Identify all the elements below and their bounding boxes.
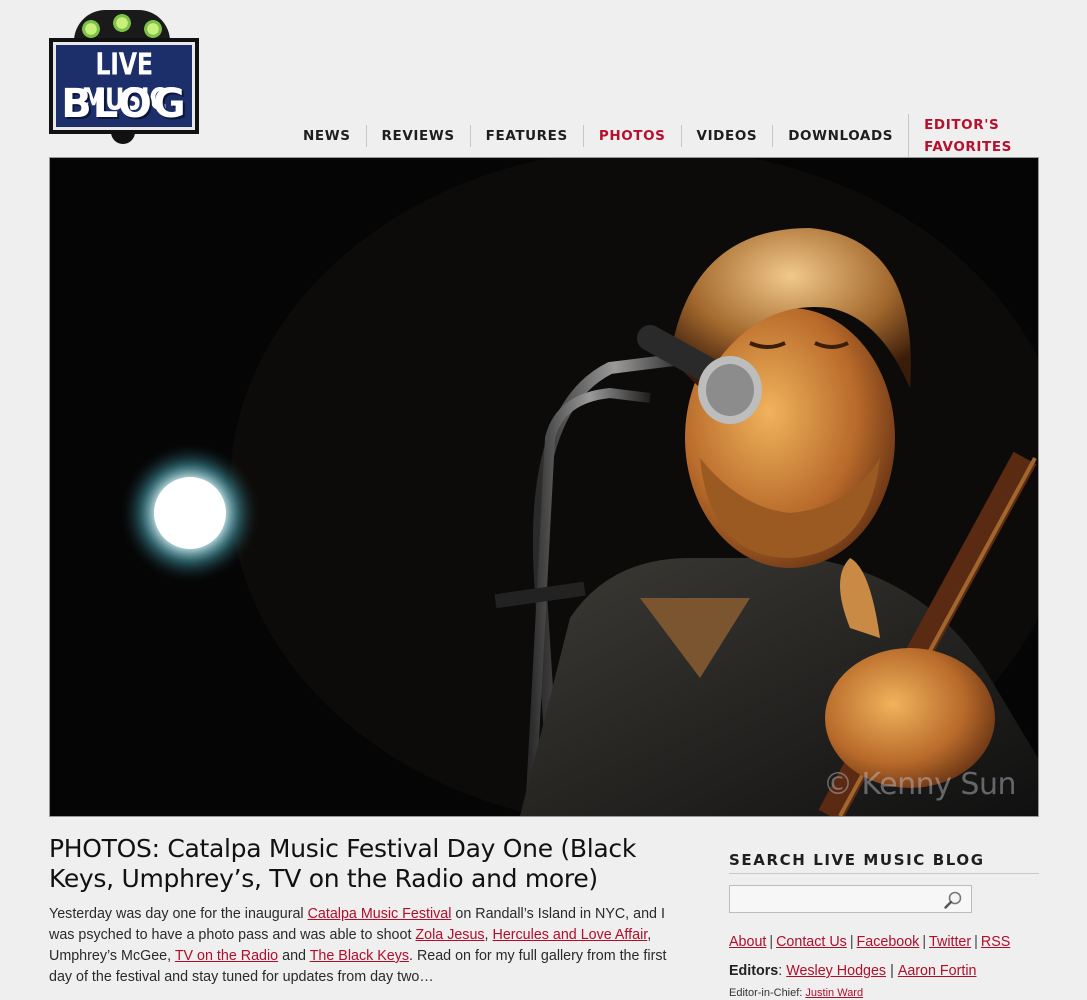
article-title[interactable]: PHOTOS: Catalpa Music Festival Day One (… <box>49 834 689 894</box>
search-icon[interactable] <box>943 890 963 910</box>
link-editor-aaron-fortin[interactable]: Aaron Fortin <box>898 963 977 979</box>
site-logo[interactable]: LIVE MUSIC BLOG <box>49 10 199 145</box>
link-facebook[interactable]: Facebook <box>857 934 920 950</box>
sidebar-links: About | Contact Us | Facebook | Twitter | RSS <box>729 934 1011 950</box>
logo-text-blog: BLOG <box>61 81 187 127</box>
logo-plate: LIVE MUSIC BLOG <box>49 38 199 134</box>
main-nav: NEWS REVIEWS FEATURES PHOTOS VIDEOS DOWN… <box>288 114 1087 158</box>
link-rss[interactable]: RSS <box>981 934 1010 950</box>
logo-base-ornament <box>111 130 135 144</box>
article-excerpt: Yesterday was day one for the inaugural … <box>49 906 667 985</box>
search-box <box>729 885 972 913</box>
editors-line: Editors: Wesley Hodges | Aaron Fortin <box>729 963 977 979</box>
link-hercules-and-love-affair[interactable]: Hercules and Love Affair <box>493 927 648 943</box>
link-catalpa-music-festival[interactable]: Catalpa Music Festival <box>308 906 452 922</box>
nav-videos[interactable]: VIDEOS <box>680 125 773 147</box>
photo-watermark: © Kenny Sun <box>822 767 1017 802</box>
link-the-black-keys[interactable]: The Black Keys <box>310 948 409 964</box>
editor-in-chief-label: Editor-in-Chief: <box>729 987 803 999</box>
link-twitter[interactable]: Twitter <box>929 934 971 950</box>
search-heading: SEARCH LIVE MUSIC BLOG <box>729 851 985 869</box>
link-editor-wesley-hodges[interactable]: Wesley Hodges <box>786 963 886 979</box>
nav-photos[interactable]: PHOTOS <box>582 125 681 147</box>
link-contact-us[interactable]: Contact Us <box>776 934 847 950</box>
hero-photo[interactable]: © Kenny Sun <box>49 157 1039 817</box>
nav-editors-favorites[interactable]: EDITOR'S FAVORITES <box>908 114 1087 158</box>
link-about[interactable]: About <box>729 934 766 950</box>
editor-in-chief-line: Editor-in-Chief: Justin Ward <box>729 987 863 999</box>
hero-photo-illustration <box>50 158 1038 816</box>
nav-downloads[interactable]: DOWNLOADS <box>772 125 908 147</box>
nav-news[interactable]: NEWS <box>288 125 366 147</box>
link-editor-in-chief[interactable]: Justin Ward <box>805 987 863 999</box>
link-zola-jesus[interactable]: Zola Jesus <box>415 927 484 943</box>
search-input[interactable] <box>730 886 947 912</box>
search-divider <box>729 873 1039 874</box>
nav-reviews[interactable]: REVIEWS <box>365 125 470 147</box>
editors-label: Editors <box>729 963 779 979</box>
nav-features[interactable]: FEATURES <box>469 125 583 147</box>
link-tv-on-the-radio[interactable]: TV on the Radio <box>175 948 278 964</box>
